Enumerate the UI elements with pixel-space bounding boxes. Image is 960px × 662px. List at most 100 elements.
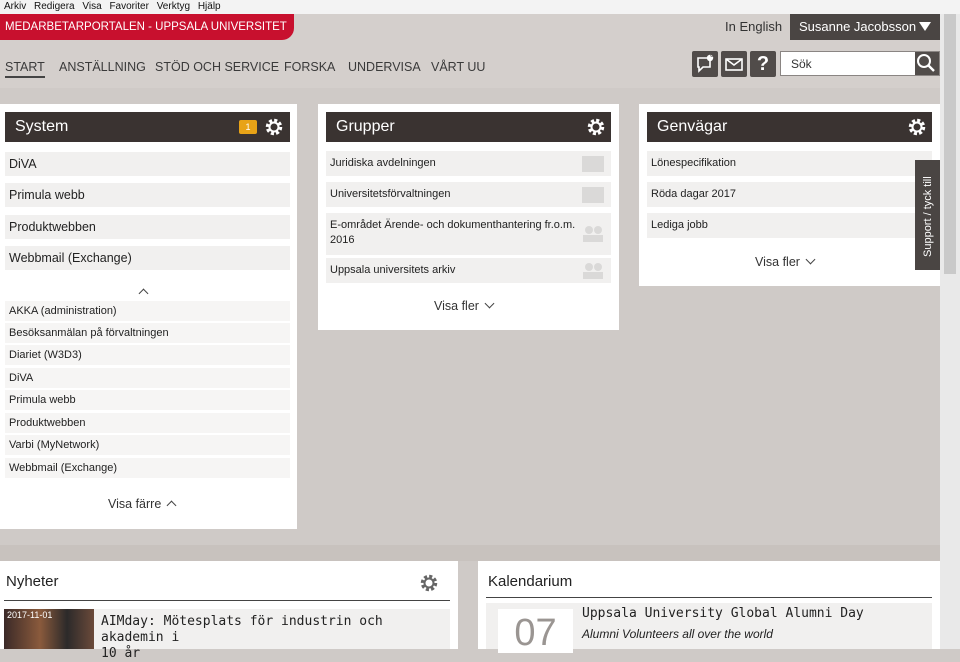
show-less-label: Visa färre — [108, 497, 162, 511]
system-item-webbmail[interactable]: Webbmail (Exchange) — [5, 246, 290, 270]
mail-button[interactable] — [721, 51, 747, 77]
news-headline-line2: 10 år — [101, 646, 141, 661]
shortcut-item[interactable]: Röda dagar 2017 — [647, 182, 932, 207]
system-item-diva[interactable]: DiVA — [5, 152, 290, 176]
chevron-up-icon — [166, 500, 177, 511]
nav-start[interactable]: START — [5, 60, 45, 78]
portal-header: MEDARBETARPORTALEN - UPPSALA UNIVERSITET… — [0, 14, 940, 88]
group-item-label: Juridiska avdelningen — [330, 157, 436, 169]
browser-menubar: Arkiv Redigera Visa Favoriter Verktyg Hj… — [0, 0, 960, 14]
menu-arkiv[interactable]: Arkiv — [4, 0, 26, 14]
groups-panel: Grupper Juridiska avdelningen Universite… — [318, 104, 619, 330]
menu-verktyg[interactable]: Verktyg — [157, 0, 190, 14]
news-item[interactable]: 2017-11-01 AIMday: Mötesplats för indust… — [4, 609, 450, 661]
support-label: Support / tyck till — [922, 176, 934, 257]
news-headline-line1: AIMday: Mötesplats för industrin och aka… — [101, 614, 383, 645]
shortcuts-show-more-label: Visa fler — [755, 255, 800, 269]
help-icon: ? — [756, 53, 770, 75]
group-item[interactable]: Juridiska avdelningen — [326, 151, 611, 176]
notifications-button[interactable]: 8 — [692, 51, 718, 77]
system-item-produktwebben[interactable]: Produktwebben — [5, 215, 290, 239]
calendar-event-subtitle: Alumni Volunteers all over the world — [582, 627, 773, 641]
system-header: System 1 — [5, 112, 290, 142]
calendar-rule — [486, 597, 932, 598]
menu-hjalp[interactable]: Hjälp — [198, 0, 221, 14]
chevron-down-icon — [484, 298, 495, 309]
scrollbar[interactable] — [940, 14, 960, 649]
chevron-down-icon — [805, 254, 816, 265]
user-menu[interactable]: Susanne Jacobsson — [790, 14, 940, 40]
system-badge: 1 — [239, 120, 257, 134]
shortcuts-header: Genvägar — [647, 112, 932, 142]
menu-visa[interactable]: Visa — [82, 0, 101, 14]
group-item-label: Universitetsförvaltningen — [330, 188, 451, 200]
news-title: Nyheter — [6, 573, 59, 590]
system-panel: System 1 DiVA Primula webb Produktwebben… — [0, 104, 297, 529]
nav-anstallning[interactable]: ANSTÄLLNING — [59, 60, 146, 74]
group-item-label: Uppsala universitets arkiv — [330, 264, 456, 276]
nav-undervisa[interactable]: UNDERVISA — [348, 60, 421, 74]
search-icon — [917, 54, 935, 72]
system-title: System — [15, 118, 69, 135]
calendar-event-title: Uppsala University Global Alumni Day — [582, 606, 864, 621]
news-thumbnail: 2017-11-01 — [4, 609, 94, 649]
shortcut-item[interactable]: Lediga jobb — [647, 213, 932, 238]
system-list-item[interactable]: Diariet (W3D3) — [5, 345, 290, 365]
system-list-item[interactable]: Besöksanmälan på förvaltningen — [5, 323, 290, 343]
support-feedback-tab[interactable]: Support / tyck till — [915, 160, 940, 270]
building-icon — [582, 187, 604, 203]
menu-favoriter[interactable]: Favoriter — [109, 0, 148, 14]
people-icon — [583, 263, 603, 279]
groups-show-more[interactable]: Visa fler — [434, 298, 495, 313]
calendar-day: 07 — [498, 609, 573, 654]
groups-title: Grupper — [336, 118, 395, 135]
group-item-label-line2: 2016 — [330, 234, 355, 246]
system-list-item[interactable]: AKKA (administration) — [5, 301, 290, 321]
help-button[interactable]: ? — [750, 51, 776, 77]
collapse-chevron-up-icon[interactable] — [138, 288, 149, 299]
system-list-item[interactable]: DiVA — [5, 368, 290, 388]
shortcut-item[interactable]: Lönespecifikation — [647, 151, 932, 176]
language-link[interactable]: In English — [725, 19, 782, 34]
search-input[interactable]: Sök — [791, 57, 812, 71]
shortcuts-title: Genvägar — [657, 118, 728, 135]
calendar-title: Kalendarium — [488, 573, 573, 590]
portal-brand[interactable]: MEDARBETARPORTALEN - UPPSALA UNIVERSITET — [0, 14, 294, 40]
system-list-item[interactable]: Produktwebben — [5, 413, 290, 433]
group-item[interactable]: Universitetsförvaltningen — [326, 182, 611, 207]
system-list-item[interactable]: Webbmail (Exchange) — [5, 458, 290, 478]
building-icon — [582, 156, 604, 172]
user-name: Susanne Jacobsson — [799, 19, 917, 34]
gear-icon[interactable] — [419, 573, 439, 593]
news-rule — [4, 600, 450, 601]
mail-icon — [725, 58, 743, 71]
section-divider — [0, 545, 940, 561]
system-list-item[interactable]: Varbi (MyNetwork) — [5, 435, 290, 455]
nav-vart-uu[interactable]: VÅRT UU — [431, 60, 485, 74]
show-less-link[interactable]: Visa färre — [108, 497, 177, 511]
system-list-item[interactable]: Primula webb — [5, 390, 290, 410]
shortcuts-panel: Genvägar Lönespecifikation Röda dagar 20… — [639, 104, 940, 286]
news-panel: Nyheter 2017-11-01 AIMday: Mötesplats fö… — [0, 561, 458, 661]
group-item[interactable]: E-området Ärende- och dokumenthantering … — [326, 213, 611, 255]
groups-header: Grupper — [326, 112, 611, 142]
menu-redigera[interactable]: Redigera — [34, 0, 75, 14]
search-box: Sök — [780, 51, 940, 76]
gear-icon[interactable] — [264, 117, 284, 137]
news-date: 2017-11-01 — [7, 610, 53, 620]
gear-icon[interactable] — [907, 117, 927, 137]
people-icon — [583, 226, 603, 242]
search-button[interactable] — [915, 52, 939, 75]
group-item-label: E-området Ärende- och dokumenthantering … — [330, 219, 576, 231]
nav-forska[interactable]: FORSKA — [284, 60, 335, 74]
nav-stod-och-service[interactable]: STÖD OCH SERVICE — [155, 60, 279, 74]
calendar-event[interactable]: 07 Uppsala University Global Alumni Day … — [486, 603, 932, 654]
chevron-down-icon — [919, 22, 931, 31]
gear-icon[interactable] — [586, 117, 606, 137]
shortcuts-show-more[interactable]: Visa fler — [755, 254, 816, 269]
system-item-primula[interactable]: Primula webb — [5, 183, 290, 207]
calendar-panel: Kalendarium 07 Uppsala University Global… — [478, 561, 940, 654]
group-item[interactable]: Uppsala universitets arkiv — [326, 258, 611, 283]
scrollbar-thumb[interactable] — [944, 14, 956, 274]
notification-count: 8 — [710, 52, 714, 59]
